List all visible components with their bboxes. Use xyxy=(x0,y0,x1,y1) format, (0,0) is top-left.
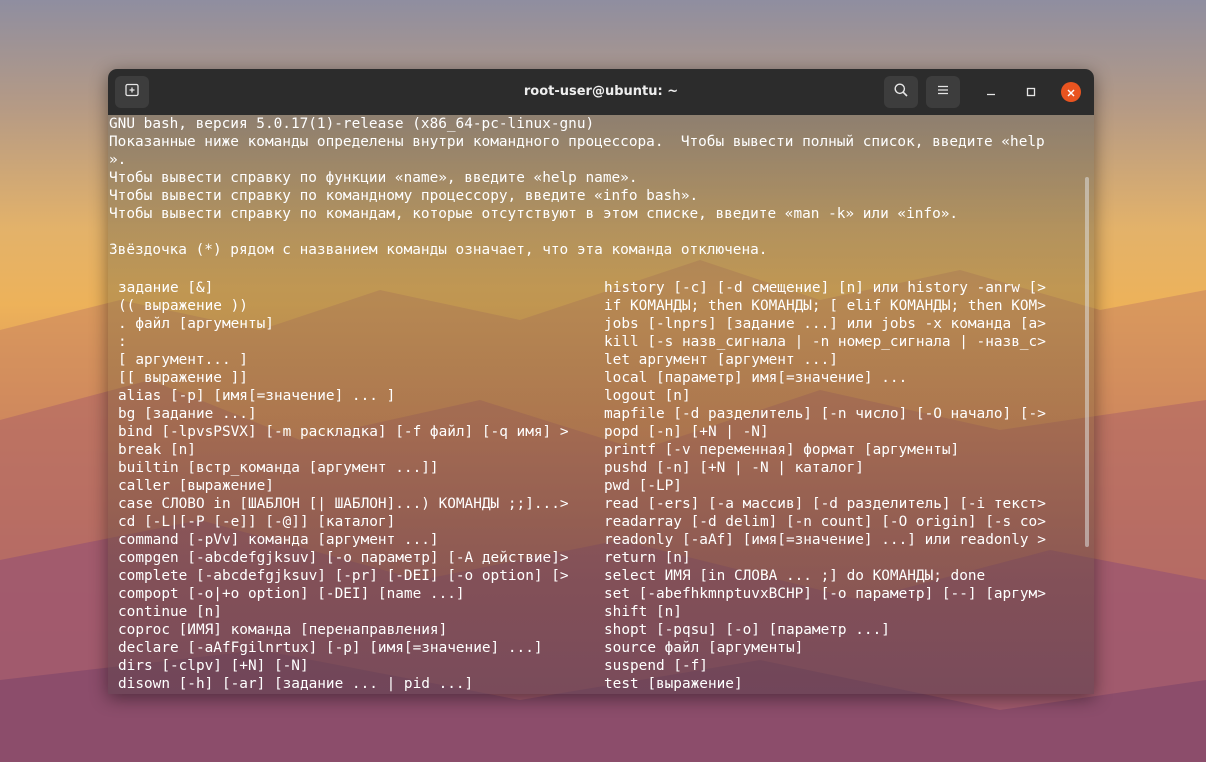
terminal-line: Чтобы вывести справку по командам, котор… xyxy=(109,206,959,222)
command-entry: readonly [-aAf] [имя[=значение] ...] или… xyxy=(604,532,1046,548)
command-entry: pwd [-LP] xyxy=(604,478,682,494)
command-entry: shift [n] xyxy=(604,604,682,620)
command-entry: bg [задание ...] xyxy=(118,406,257,422)
terminal-line: Чтобы вывести справку по командному проц… xyxy=(109,188,699,204)
minimize-button[interactable] xyxy=(981,82,1001,102)
command-entry: read [-ers] [-a массив] [-d разделитель]… xyxy=(604,496,1046,512)
command-entry: source файл [аргументы] xyxy=(604,640,804,656)
hamburger-menu-icon xyxy=(935,82,951,102)
command-entry: bind [-lpvsPSVX] [-m раскладка] [-f файл… xyxy=(118,424,569,440)
command-entry: . файл [аргументы] xyxy=(118,316,274,332)
terminal-line: Звёздочка (*) рядом с названием команды … xyxy=(109,242,768,258)
command-entry: continue [n] xyxy=(118,604,222,620)
command-entry: history [-c] [-d смещение] [n] или histo… xyxy=(604,280,1046,296)
command-entry: jobs [-lnprs] [задание ...] или jobs -x … xyxy=(604,316,1046,332)
command-entry: if КОМАНДЫ; then КОМАНДЫ; [ elif КОМАНДЫ… xyxy=(604,298,1046,314)
new-tab-button[interactable] xyxy=(115,76,149,108)
command-entry: shopt [-pqsu] [-o] [параметр ...] xyxy=(604,622,890,638)
command-entry: compopt [-o|+o option] [-DEI] [name ...] xyxy=(118,586,465,602)
command-column-left: задание [&] (( выражение )) . файл [аргу… xyxy=(117,279,597,693)
command-entry: set [-abefhkmnptuvxBCHP] [-o параметр] [… xyxy=(604,586,1046,602)
command-entry: command [-pVv] команда [аргумент ...] xyxy=(118,532,439,548)
command-entry: coproc [ИМЯ] команда [перенаправления] xyxy=(118,622,448,638)
command-entry: [ аргумент... ] xyxy=(118,352,248,368)
command-entry: logout [n] xyxy=(604,388,691,404)
command-entry: compgen [-abcdefgjksuv] [-o параметр] [-… xyxy=(118,550,569,566)
maximize-icon xyxy=(1025,83,1037,102)
command-entry: break [n] xyxy=(118,442,196,458)
terminal-scrollbar[interactable] xyxy=(1085,177,1089,547)
command-entry: let аргумент [аргумент ...] xyxy=(604,352,838,368)
command-entry: cd [-L|[-P [-e]] [-@]] [каталог] xyxy=(118,514,396,530)
command-entry: test [выражение] xyxy=(604,676,743,692)
command-entry: printf [-v переменная] формат [аргументы… xyxy=(604,442,960,458)
minimize-icon xyxy=(985,83,997,102)
help-header: GNU bash, версия 5.0.17(1)-release (x86_… xyxy=(108,115,1094,277)
command-entry: (( выражение )) xyxy=(118,298,248,314)
command-entry: select ИМЯ [in СЛОВА ... ;] do КОМАНДЫ; … xyxy=(604,568,986,584)
close-icon xyxy=(1066,83,1076,102)
command-entry: задание [&] xyxy=(118,280,214,296)
command-entry: declare [-aAfFgilnrtux] [-p] [имя[=значе… xyxy=(118,640,543,656)
menu-button[interactable] xyxy=(926,76,960,108)
command-entry: : xyxy=(118,334,127,350)
command-entry: readarray [-d delim] [-n count] [-O orig… xyxy=(604,514,1046,530)
command-column-right: history [-c] [-d смещение] [n] или histo… xyxy=(603,279,1083,693)
command-entry: mapfile [-d разделитель] [-n число] [-O … xyxy=(604,406,1046,422)
command-entry: pushd [-n] [+N | -N | каталог] xyxy=(604,460,864,476)
terminal-output[interactable]: GNU bash, версия 5.0.17(1)-release (x86_… xyxy=(108,115,1094,694)
terminal-line: Чтобы вывести справку по функции «name»,… xyxy=(109,170,638,186)
command-entry: dirs [-clpv] [+N] [-N] xyxy=(118,658,309,674)
terminal-line: ». xyxy=(109,152,127,168)
command-entry: case СЛОВО in [ШАБЛОН [| ШАБЛОН]...) КОМ… xyxy=(118,496,569,512)
window-titlebar[interactable]: root-user@ubuntu: ~ xyxy=(108,69,1094,115)
new-tab-icon xyxy=(124,82,140,102)
command-entry: popd [-n] [+N | -N] xyxy=(604,424,769,440)
search-button[interactable] xyxy=(884,76,918,108)
terminal-line: GNU bash, версия 5.0.17(1)-release (x86_… xyxy=(109,116,595,132)
command-entry: disown [-h] [-ar] [задание ... | pid ...… xyxy=(118,676,474,692)
command-entry: caller [выражение] xyxy=(118,478,274,494)
command-entry: [[ выражение ]] xyxy=(118,370,248,386)
close-button[interactable] xyxy=(1061,82,1081,102)
command-entry: return [n] xyxy=(604,550,691,566)
maximize-button[interactable] xyxy=(1021,82,1041,102)
terminal-line: Показанные ниже команды определены внутр… xyxy=(109,134,1045,150)
search-icon xyxy=(893,82,909,102)
command-entry: complete [-abcdefgjksuv] [-pr] [-DEI] [-… xyxy=(118,568,569,584)
command-entry: kill [-s назв_сигнала | -n номер_сигнала… xyxy=(604,334,1046,350)
command-entry: builtin [встр_команда [аргумент ...]] xyxy=(118,460,439,476)
command-entry: alias [-p] [имя[=значение] ... ] xyxy=(118,388,396,404)
command-entry: local [параметр] имя[=значение] ... xyxy=(604,370,908,386)
terminal-window: root-user@ubuntu: ~ GNU bash, версия 5.0… xyxy=(108,69,1094,694)
command-entry: suspend [-f] xyxy=(604,658,708,674)
